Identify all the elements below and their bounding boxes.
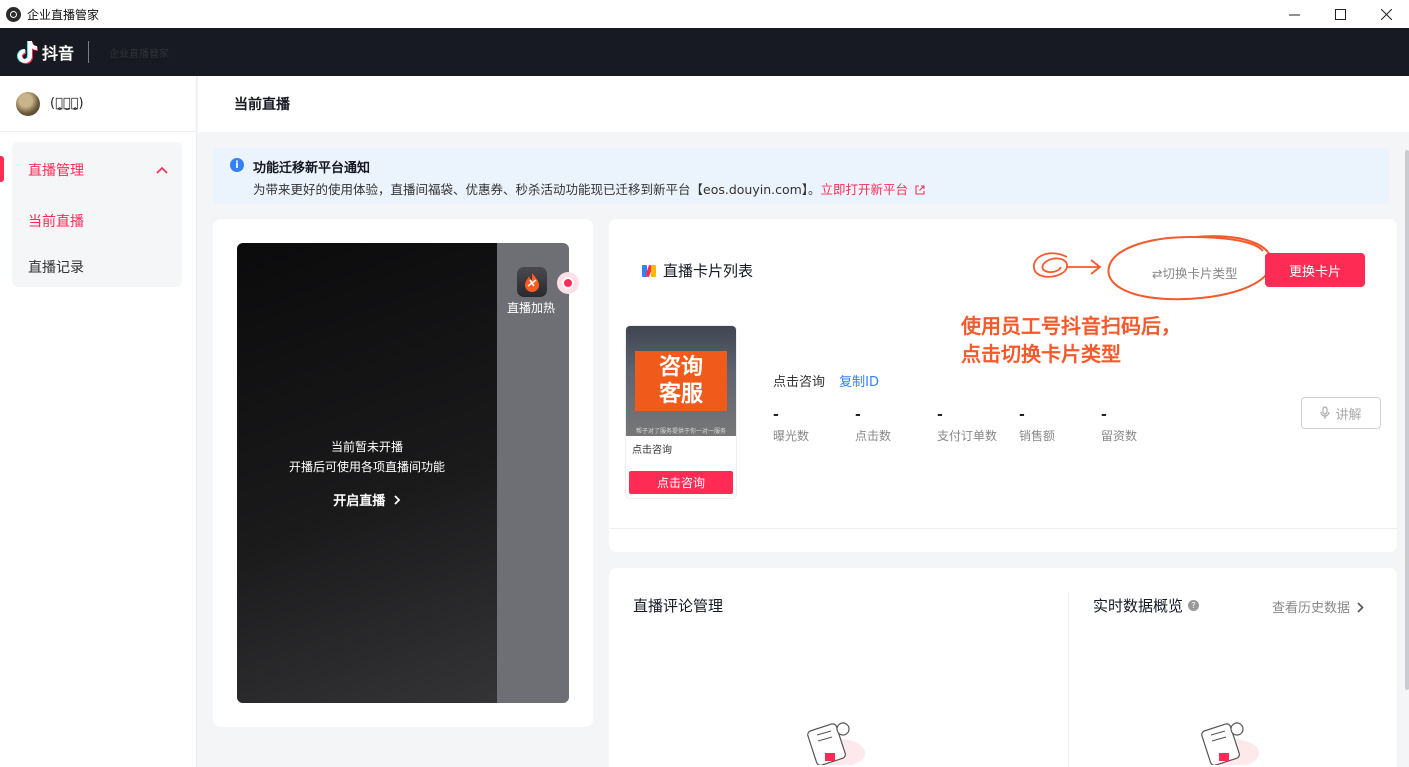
realtime-title-text: 实时数据概览 <box>1093 597 1184 615</box>
stat-orders: - 支付订单数 <box>937 407 1019 444</box>
live-heat-icon[interactable] <box>517 267 547 297</box>
open-new-platform-label: 立即打开新平台 <box>820 182 909 197</box>
view-history-link[interactable]: 查看历史数据 <box>1272 597 1364 616</box>
stat-label: 销售额 <box>1019 429 1056 443</box>
panel-separator <box>1068 592 1069 767</box>
record-indicator-icon[interactable] <box>557 272 579 294</box>
sidebar-item-label: 直播记录 <box>28 260 84 276</box>
annotation-line-1: 使用员工号抖音扫码后， <box>961 314 1181 338</box>
product-image: 咨询 客服 帮子对了服务提供于你一对一服务 <box>626 326 736 436</box>
stat-sales: - 销售额 <box>1019 407 1101 444</box>
product-name: 企业直播管家 <box>109 48 170 60</box>
stat-value: - <box>1019 407 1025 423</box>
user-profile[interactable]: (ꪔ̤̥ꪔ̤̮ꪔ̤̥) <box>0 76 196 132</box>
notice-text: 为带来更好的使用体验，直播间福袋、优惠券、秒杀活动功能现已迁移到新平台【eos.… <box>253 182 821 197</box>
sidebar-item-current-live[interactable]: 当前直播 <box>12 198 182 244</box>
brand-name: 抖音 <box>42 44 75 63</box>
product-name: 点击咨询 <box>632 445 672 456</box>
active-indicator <box>0 156 4 182</box>
not-live-hint: 开播后可使用各项直播间功能 <box>288 460 445 474</box>
minimize-icon[interactable] <box>1271 0 1317 28</box>
douyin-logo-icon <box>17 41 38 64</box>
empty-state-illustration-icon <box>1201 722 1259 765</box>
chevron-right-icon <box>394 495 401 505</box>
stat-value: - <box>773 407 779 423</box>
empty-state-illustration-icon <box>807 722 865 765</box>
close-icon[interactable] <box>1363 0 1409 28</box>
sidebar-item-live-records[interactable]: 直播记录 <box>12 244 182 290</box>
explain-button[interactable]: 讲解 <box>1301 397 1381 429</box>
card-info: 点击咨询 复制ID <box>773 371 879 390</box>
stat-label: 支付订单数 <box>937 429 998 443</box>
sidebar-menu: 直播管理 当前直播 直播记录 <box>12 142 182 287</box>
stat-value: - <box>855 407 861 423</box>
card-stats: - 曝光数 - 点击数 - 支付订单数 - 销售额 - 留资数 <box>773 407 1183 444</box>
username: (ꪔ̤̥ꪔ̤̮ꪔ̤̥) <box>50 96 84 111</box>
info-icon: i <box>230 158 244 172</box>
microphone-icon <box>1320 406 1331 419</box>
brand-bar: 抖音 企业直播管家 <box>0 28 1409 76</box>
product-card[interactable]: 咨询 客服 帮子对了服务提供于你一对一服务 点击咨询 点击咨询 <box>626 326 736 498</box>
app-icon <box>6 6 21 22</box>
card-list-panel: 直播卡片列表 ⇄切换卡片类型 更换卡片 使用员工号抖音扫码后， 点击切换卡片类型… <box>609 219 1397 552</box>
card-name: 点击咨询 <box>773 375 826 390</box>
avatar <box>16 91 40 116</box>
realtime-overview-title: 实时数据概览 ? <box>1093 595 1200 616</box>
notice-body: 为带来更好的使用体验，直播间福袋、优惠券、秒杀活动功能现已迁移到新平台【eos.… <box>253 179 925 198</box>
not-live-message: 当前暂未开播 <box>330 440 403 454</box>
live-heat-label: 直播加热 <box>507 301 556 315</box>
migration-notice: i 功能迁移新平台通知 为带来更好的使用体验，直播间福袋、优惠券、秒杀活动功能现… <box>213 148 1389 204</box>
stat-value: - <box>1101 407 1107 423</box>
page-title: 当前直播 <box>198 76 1409 132</box>
live-preview-card: 当前暂未开播 开播后可使用各项直播间功能 开启直播 直播加热 <box>213 219 593 727</box>
brand-divider <box>88 41 90 63</box>
annotation-arrow-icon <box>1032 252 1102 278</box>
product-tag-line-2: 客服 <box>658 382 703 407</box>
window-controls <box>1271 0 1409 28</box>
card-list-title-text: 直播卡片列表 <box>663 262 754 280</box>
explain-label: 讲解 <box>1335 407 1362 423</box>
start-live-label: 开启直播 <box>333 494 386 509</box>
help-icon[interactable]: ? <box>1188 600 1200 611</box>
switch-card-type-button[interactable]: ⇄切换卡片类型 <box>1152 263 1237 282</box>
product-tag-line-1: 咨询 <box>658 355 703 380</box>
stat-exposure: - 曝光数 <box>773 407 855 444</box>
panel-divider <box>609 528 1397 529</box>
window-title: 企业直播管家 <box>27 7 100 22</box>
notice-title: 功能迁移新平台通知 <box>253 161 371 176</box>
maximize-icon[interactable] <box>1317 0 1363 28</box>
comment-management-title: 直播评论管理 <box>633 597 724 615</box>
view-history-label: 查看历史数据 <box>1272 601 1351 616</box>
start-live-button[interactable]: 开启直播 <box>237 490 497 509</box>
change-card-button[interactable]: 更换卡片 <box>1265 253 1365 287</box>
window-titlebar: 企业直播管家 <box>0 0 1409 28</box>
stat-leads: - 留资数 <box>1101 407 1183 444</box>
stat-value: - <box>937 407 943 423</box>
sidebar: (ꪔ̤̥ꪔ̤̮ꪔ̤̥) 直播管理 当前直播 直播记录 <box>0 76 197 767</box>
sidebar-item-label: 当前直播 <box>28 214 84 230</box>
chevron-up-icon <box>156 166 168 174</box>
external-link-icon <box>915 185 925 195</box>
phone-screen: 当前暂未开播 开播后可使用各项直播间功能 开启直播 <box>237 243 497 703</box>
bottom-panel: 直播评论管理 实时数据概览 ? 查看历史数据 <box>609 568 1397 767</box>
menu-group-live-management[interactable]: 直播管理 <box>12 142 182 198</box>
instruction-annotation: 使用员工号抖音扫码后， 点击切换卡片类型 <box>961 312 1181 368</box>
page-scrollbar[interactable] <box>1405 150 1409 690</box>
phone-preview: 当前暂未开播 开播后可使用各项直播间功能 开启直播 直播加热 <box>237 243 569 703</box>
chevron-right-icon <box>1357 602 1364 613</box>
stat-label: 点击数 <box>855 429 892 443</box>
product-strip-text: 帮子对了服务提供于你一对一服务 <box>635 428 726 434</box>
annotation-line-2: 点击切换卡片类型 <box>961 342 1121 366</box>
copy-id-link[interactable]: 复制ID <box>839 375 879 390</box>
product-consult-button[interactable]: 点击咨询 <box>629 471 733 494</box>
product-tag: 咨询 客服 <box>635 351 727 411</box>
open-new-platform-link[interactable]: 立即打开新平台 <box>821 182 926 197</box>
stat-clicks: - 点击数 <box>855 407 937 444</box>
stat-label: 曝光数 <box>773 429 810 443</box>
card-list-icon <box>642 264 656 277</box>
menu-group-label: 直播管理 <box>28 163 84 179</box>
card-list-title: 直播卡片列表 <box>641 260 753 281</box>
stat-label: 留资数 <box>1101 429 1138 443</box>
